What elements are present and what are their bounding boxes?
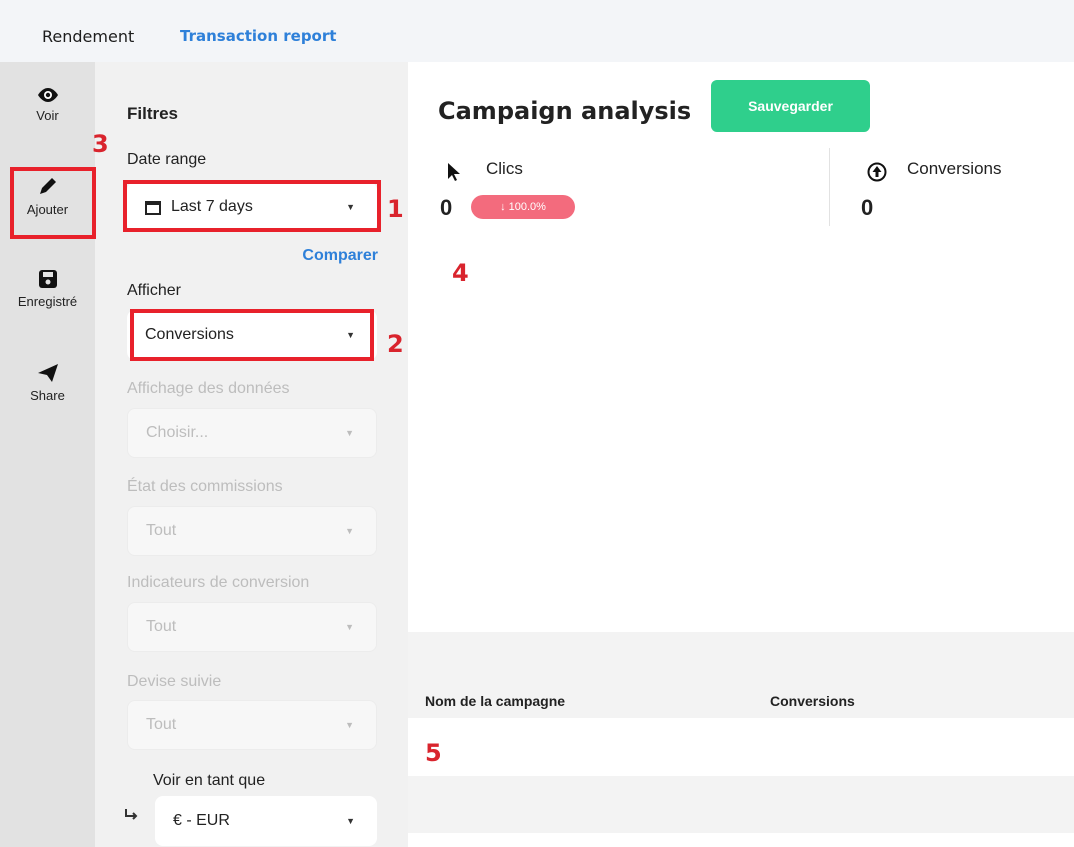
kpi-conversions-label: Conversions: [907, 159, 1002, 178]
arrow-return-icon: [125, 809, 138, 820]
chevron-down-icon: ▼: [345, 720, 354, 730]
main-content: Campaign analysis Sauvegarder Clics 0 ↓ …: [408, 62, 1074, 847]
voir-en-tant-que-label: Voir en tant que: [153, 772, 266, 789]
tab-transaction-report[interactable]: Transaction report: [180, 27, 336, 45]
annotation-number-4: 4: [452, 259, 469, 287]
devise-value: Tout: [146, 716, 177, 733]
eye-icon: [37, 88, 58, 102]
etat-label: État des commissions: [127, 478, 283, 495]
affichage-label: Affichage des données: [127, 380, 290, 397]
kpi-clics-label: Clics: [486, 159, 523, 178]
arrow-up-circle-icon: [867, 162, 887, 182]
affichage-select[interactable]: Choisir... ▼: [127, 408, 377, 458]
paper-plane-icon: [37, 364, 58, 382]
annotation-number-2: 2: [387, 330, 404, 358]
indicateurs-select[interactable]: Tout ▼: [127, 602, 377, 652]
save-button[interactable]: Sauvegarder: [711, 80, 870, 132]
chevron-down-icon: ▼: [345, 428, 354, 438]
chevron-down-icon: ▼: [345, 526, 354, 536]
afficher-label: Afficher: [127, 282, 181, 299]
devise-label: Devise suivie: [127, 673, 222, 690]
currency-select[interactable]: € - EUR ▼: [155, 796, 377, 846]
affichage-placeholder: Choisir...: [146, 424, 209, 441]
etat-value: Tout: [146, 522, 177, 539]
chevron-down-icon: ▼: [345, 622, 354, 632]
indicateurs-value: Tout: [146, 618, 177, 635]
sidebar-item-enregistre[interactable]: Enregistré: [0, 268, 95, 309]
table-row: [408, 833, 1074, 847]
currency-value: € - EUR: [173, 812, 230, 829]
top-tab-bar: Rendement Transaction report: [0, 0, 1074, 62]
annotation-number-3: 3: [92, 130, 109, 158]
column-header-campagne[interactable]: Nom de la campagne: [425, 693, 565, 709]
kpi-clics-value: 0: [440, 195, 453, 220]
annotation-box-2: [130, 309, 374, 361]
floppy-disk-icon: [38, 270, 57, 288]
sidebar-item-label: Enregistré: [17, 294, 78, 309]
indicateurs-label: Indicateurs de conversion: [127, 574, 310, 591]
sidebar-item-label: Voir: [36, 108, 59, 123]
etat-select[interactable]: Tout ▼: [127, 506, 377, 556]
annotation-box-1: [123, 180, 381, 232]
sidebar-item-label: Share: [30, 388, 65, 403]
sidebar-item-share[interactable]: Share: [0, 362, 95, 403]
filters-title: Filtres: [127, 104, 179, 123]
devise-select[interactable]: Tout ▼: [127, 700, 377, 750]
kpi-divider: [829, 148, 830, 226]
column-header-conversions[interactable]: Conversions: [770, 693, 855, 709]
compare-link[interactable]: Comparer: [302, 247, 378, 265]
kpi-conversions-value: 0: [861, 195, 874, 220]
table-row: [408, 718, 1074, 776]
annotation-number-1: 1: [387, 195, 404, 223]
sidebar-item-voir[interactable]: Voir: [0, 86, 95, 123]
cursor-icon: [448, 163, 460, 181]
change-badge: ↓ 100.0%: [471, 195, 575, 219]
date-range-label: Date range: [127, 151, 207, 168]
tab-rendement[interactable]: Rendement: [42, 27, 134, 46]
annotation-box-3: [10, 167, 96, 239]
annotation-number-5: 5: [425, 739, 442, 767]
chevron-down-icon: ▼: [346, 816, 355, 826]
page-title: Campaign analysis: [438, 97, 692, 125]
